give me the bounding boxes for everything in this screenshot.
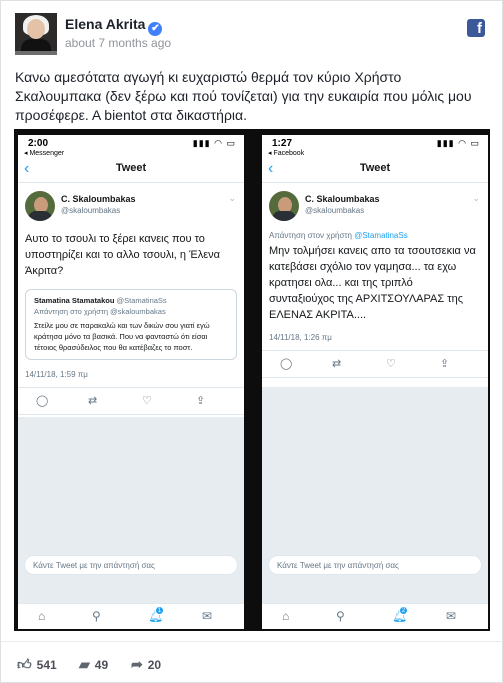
status-icons: ▮▮▮ ◠ ▭ bbox=[436, 138, 480, 148]
status-bar: 2:00 ◂ Messenger ▮▮▮ ◠ ▭ bbox=[18, 135, 244, 159]
tweet-navbar: ‹ Tweet bbox=[18, 159, 244, 183]
post-card: Elena Akrita ✔ about 7 months ago f Κανω … bbox=[0, 0, 503, 683]
mail-icon: ✉ bbox=[202, 609, 213, 623]
tweet-avatar bbox=[269, 191, 299, 221]
tweet-author-handle: @skaloumbakas bbox=[305, 206, 365, 215]
shares-count: 20 bbox=[147, 658, 162, 672]
post-timestamp[interactable]: about 7 months ago bbox=[65, 36, 171, 50]
post-footer: 👍︎ 541 ▰ 49 ➦ 20 bbox=[1, 641, 503, 683]
tweet-author-name: C. Skaloumbakas bbox=[61, 194, 136, 204]
screenshot-left: 2:00 ◂ Messenger ▮▮▮ ◠ ▭ ‹ Tweet C. Skal… bbox=[18, 135, 244, 629]
tab-bar: ⌂ ⚲ 🔔︎ 2 ✉ bbox=[262, 603, 488, 629]
share-arrow-icon: ⇪ bbox=[440, 358, 450, 370]
status-clock: 2:00 bbox=[28, 138, 49, 149]
verified-badge-icon: ✔ bbox=[148, 22, 163, 36]
home-icon: ⌂ bbox=[38, 609, 46, 623]
tweet-avatar bbox=[25, 191, 55, 221]
likes-count: 541 bbox=[36, 658, 57, 672]
mail-icon: ✉ bbox=[446, 609, 457, 623]
tweet-date: 14/11/18, 1:26 πμ bbox=[269, 333, 332, 342]
reply-prefix: Απάντηση στον χρήστη bbox=[269, 231, 355, 240]
likes-stat[interactable]: 👍︎ 541 bbox=[17, 656, 57, 673]
reply-icon: ◯ bbox=[36, 395, 49, 407]
post-image[interactable]: 2:00 ◂ Messenger ▮▮▮ ◠ ▭ ‹ Tweet C. Skal… bbox=[14, 129, 490, 631]
tweet-actions: ◯ ⇄ ♡ ⇪ bbox=[262, 350, 488, 378]
facebook-logo-icon[interactable]: f bbox=[467, 19, 485, 37]
empty-area bbox=[18, 417, 244, 629]
chevron-down-icon: ⌄ bbox=[228, 193, 236, 203]
notification-badge: 2 bbox=[399, 606, 408, 615]
quoted-tweet: Stamatina Stamatakou @StamatinaSs Απάντη… bbox=[25, 289, 237, 360]
empty-area bbox=[262, 387, 488, 629]
home-icon: ⌂ bbox=[282, 609, 290, 623]
retweet-icon: ⇄ bbox=[88, 395, 98, 407]
share-icon: ➦ bbox=[131, 656, 143, 672]
post-header: Elena Akrita ✔ about 7 months ago f bbox=[15, 13, 485, 57]
tweet-author-name: C. Skaloumbakas bbox=[305, 194, 380, 204]
author-line: Elena Akrita ✔ bbox=[65, 16, 163, 36]
reply-input: Κάντε Tweet με την απάντησή σας bbox=[268, 555, 482, 575]
share-arrow-icon: ⇪ bbox=[196, 395, 206, 407]
tweet-text: Αυτο το τσουλι το ξέρει κανεις που το υπ… bbox=[25, 233, 220, 277]
bell-icon: 🔔︎ 1 bbox=[148, 606, 164, 623]
tweet-actions: ◯ ⇄ ♡ ⇪ bbox=[18, 387, 244, 415]
reply-to-line: Απάντηση στον χρήστη @StamatinaSs bbox=[269, 231, 481, 240]
chevron-down-icon: ⌄ bbox=[472, 193, 480, 203]
nav-title: Tweet bbox=[359, 162, 391, 174]
heart-icon: ♡ bbox=[386, 358, 396, 370]
quote-text: Στείλε μου σε παρακαλώ και των δικών σου… bbox=[34, 321, 210, 352]
quote-name: Stamatina Stamatakou bbox=[34, 296, 115, 305]
bell-icon: 🔔︎ 2 bbox=[392, 606, 408, 623]
comments-stat[interactable]: ▰ 49 bbox=[79, 656, 108, 673]
status-icons: ▮▮▮ ◠ ▭ bbox=[192, 138, 236, 148]
tweet-date: 14/11/18, 1:59 πμ bbox=[25, 370, 88, 379]
tweet-author-handle: @skaloumbakas bbox=[61, 206, 121, 215]
tweet-text: Μην τολμήσει κανεις απο τα τσουτσεκια να… bbox=[269, 245, 476, 321]
nav-title: Tweet bbox=[115, 162, 147, 174]
tweet-author: C. Skaloumbakas @skaloumbakas ⌄ bbox=[18, 191, 244, 231]
back-to-app-link: ◂ Facebook bbox=[268, 150, 305, 157]
notification-badge: 1 bbox=[155, 606, 164, 615]
quote-handle: @StamatinaSs bbox=[116, 296, 167, 305]
author-name[interactable]: Elena Akrita bbox=[65, 16, 145, 32]
tab-bar: ⌂ ⚲ 🔔︎ 1 ✉ bbox=[18, 603, 244, 629]
screenshot-right: 1:27 ◂ Facebook ▮▮▮ ◠ ▭ ‹ Tweet C. Skalo… bbox=[262, 135, 488, 629]
status-clock: 1:27 bbox=[272, 138, 293, 149]
status-bar: 1:27 ◂ Facebook ▮▮▮ ◠ ▭ bbox=[262, 135, 488, 159]
comments-count: 49 bbox=[94, 658, 109, 672]
quote-reply-to: Απάντηση στο χρήστη @skaloumbakas bbox=[34, 307, 166, 316]
tweet-navbar: ‹ Tweet bbox=[262, 159, 488, 183]
reply-input: Κάντε Tweet με την απάντησή σας bbox=[24, 555, 238, 575]
tweet-author: C. Skaloumbakas @skaloumbakas ⌄ bbox=[262, 191, 488, 231]
reply-handle: @StamatinaSs bbox=[354, 231, 408, 240]
quote-author: Stamatina Stamatakou @StamatinaSs bbox=[34, 296, 228, 305]
heart-icon: ♡ bbox=[142, 395, 152, 407]
post-text: Κανω αμεσότατα αγωγή κι ευχαριστώ θερμά … bbox=[15, 69, 472, 123]
like-icon: 👍︎ bbox=[17, 656, 32, 672]
reply-icon: ◯ bbox=[280, 358, 293, 370]
author-avatar[interactable] bbox=[15, 13, 57, 55]
search-icon: ⚲ bbox=[336, 609, 345, 623]
comment-icon: ▰ bbox=[79, 656, 90, 672]
shares-stat[interactable]: ➦ 20 bbox=[131, 656, 161, 673]
retweet-icon: ⇄ bbox=[332, 358, 342, 370]
search-icon: ⚲ bbox=[92, 609, 101, 623]
back-to-app-link: ◂ Messenger bbox=[24, 150, 65, 157]
